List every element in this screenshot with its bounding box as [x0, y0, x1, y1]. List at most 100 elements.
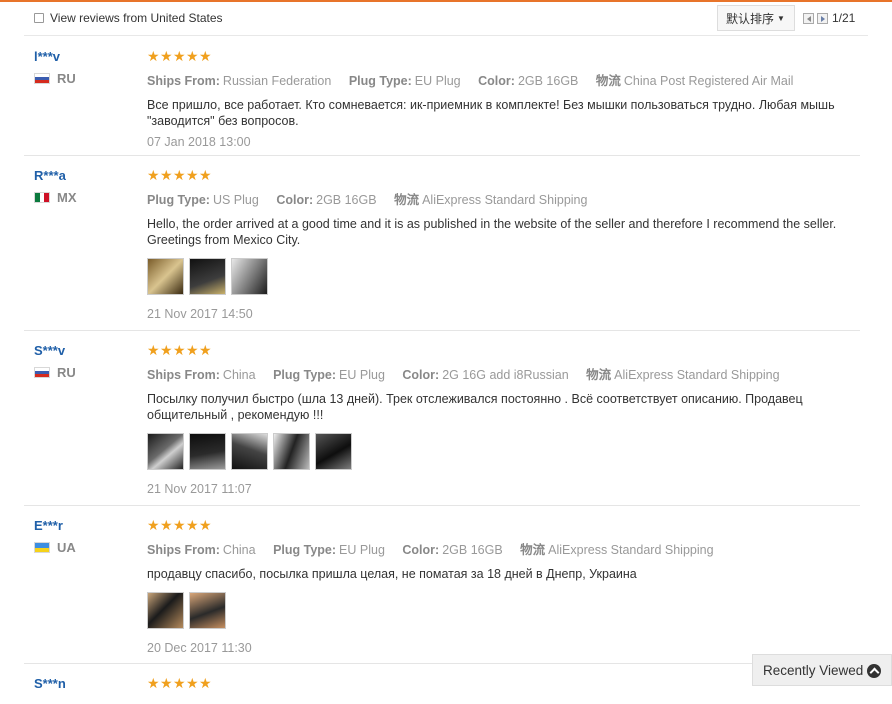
star-icon: ★ — [173, 167, 186, 183]
reviewer-country: RU — [34, 71, 134, 86]
color-value: 2GB 16GB — [517, 74, 579, 88]
logistics-label: 物流 — [595, 74, 621, 88]
review-item: l***v RU ★ ★ ★ ★ ★ Ships From: Russian Federa… — [24, 37, 860, 156]
reviewer: l***v RU — [34, 49, 134, 86]
plug-type-label: Plug Type: — [273, 543, 337, 557]
plug-type-value: EU Plug — [339, 368, 385, 382]
review-text: Hello, the order arrived at a good time … — [147, 217, 837, 247]
prev-page-button[interactable] — [803, 12, 814, 24]
flag-ru-icon — [34, 73, 50, 84]
page-info: 1/21 — [832, 11, 856, 25]
review-content: ★ ★ ★ ★ ★ Ships From: Russian Federation Plug… — [147, 48, 847, 149]
reviewer: S***n — [34, 676, 134, 691]
review-photo[interactable] — [273, 433, 310, 470]
plug-type-value: EU Plug — [414, 74, 461, 88]
plug-type-value: US Plug — [212, 193, 259, 207]
star-icon: ★ — [199, 675, 212, 691]
review-text: Все пришло, все работает. Кто сомневаетс… — [147, 98, 835, 128]
color-label: Color: — [478, 74, 515, 88]
star-icon: ★ — [160, 167, 173, 183]
country-code: RU — [57, 71, 76, 86]
review-photo[interactable] — [315, 433, 352, 470]
color-label: Color: — [402, 368, 440, 382]
next-page-button[interactable] — [817, 12, 828, 24]
reviewer-country: UA — [34, 540, 134, 555]
review-photo[interactable] — [147, 258, 184, 295]
country-filter[interactable]: View reviews from United States — [34, 11, 223, 25]
review-text: Посылку получил быстро (шла 13 дней). Тр… — [147, 392, 803, 422]
sort-label: 默认排序 — [726, 11, 775, 26]
order-info: Ships From: China Plug Type: EU Plug Color… — [147, 364, 847, 383]
review-item: E***r UA ★ ★ ★ ★ ★ Ships From: China Plug Typ… — [24, 506, 860, 664]
filter-checkbox[interactable] — [34, 13, 44, 23]
star-icon: ★ — [186, 675, 199, 691]
review-photos — [147, 433, 847, 470]
star-icon: ★ — [147, 675, 160, 691]
reviewer-country: RU — [34, 365, 134, 380]
chevron-down-icon: ▼ — [777, 13, 785, 23]
review-content: ★ ★ ★ ★ ★ Plug Type: US Plug Color: 2GB 16GB 物… — [147, 167, 847, 321]
logistics-value: AliExpress Standard Shipping — [422, 193, 588, 207]
review-photos — [147, 258, 847, 295]
reviewer-name[interactable]: R***a — [34, 168, 134, 183]
star-icon: ★ — [199, 167, 212, 183]
reviewer: R***a MX — [34, 168, 134, 205]
country-code: RU — [57, 365, 76, 380]
review-photo[interactable] — [189, 258, 226, 295]
star-icon: ★ — [160, 342, 173, 358]
review-photos — [147, 592, 847, 629]
reviewer-name[interactable]: E***r — [34, 518, 134, 533]
plug-type-value: EU Plug — [339, 543, 385, 557]
color-label: Color: — [402, 543, 440, 557]
reviewer-name[interactable]: l***v — [34, 49, 134, 64]
star-rating: ★ ★ ★ ★ ★ — [147, 342, 847, 358]
flag-ua-icon — [34, 542, 50, 553]
review-date: 21 Nov 2017 14:50 — [147, 307, 253, 321]
review-photo[interactable] — [147, 592, 184, 629]
plug-type-label: Plug Type: — [147, 193, 210, 207]
star-icon: ★ — [147, 342, 160, 358]
order-info: Ships From: Russian Federation Plug Type:… — [147, 70, 847, 89]
color-value: 2GB 16GB — [442, 543, 503, 557]
star-icon: ★ — [199, 48, 212, 64]
recently-viewed-label: Recently Viewed — [763, 662, 864, 678]
review-photo[interactable] — [147, 433, 184, 470]
star-icon: ★ — [173, 342, 186, 358]
review-photo[interactable] — [189, 592, 226, 629]
star-icon: ★ — [147, 48, 160, 64]
ships-from-value: China — [222, 543, 256, 557]
star-icon: ★ — [160, 48, 173, 64]
order-info: Ships From: China Plug Type: EU Plug Color… — [147, 539, 847, 558]
reviewer: E***r UA — [34, 518, 134, 555]
review-photo[interactable] — [231, 433, 268, 470]
ships-from-label: Ships From: — [147, 368, 220, 382]
reviews-toolbar: View reviews from United States 默认排序 ▼ 1… — [24, 2, 868, 36]
star-icon: ★ — [147, 517, 160, 533]
logistics-value: AliExpress Standard Shipping — [614, 368, 780, 382]
review-date: 20 Dec 2017 11:30 — [147, 641, 252, 655]
review-photo[interactable] — [231, 258, 268, 295]
review-content: ★ ★ ★ ★ ★ Ships From: China Plug Type: EU Plug… — [147, 342, 847, 496]
star-icon: ★ — [173, 48, 186, 64]
star-rating: ★ ★ ★ ★ ★ — [147, 675, 847, 691]
review-photo[interactable] — [189, 433, 226, 470]
color-value: 2G 16G add i8Russian — [442, 368, 569, 382]
reviewer-name[interactable]: S***n — [34, 676, 134, 691]
star-icon: ★ — [199, 342, 212, 358]
star-icon: ★ — [186, 517, 199, 533]
review-date: 07 Jan 2018 13:00 — [147, 135, 251, 149]
review-content: ★ ★ ★ ★ ★ — [147, 675, 847, 691]
color-value: 2GB 16GB — [316, 193, 377, 207]
review-content: ★ ★ ★ ★ ★ Ships From: China Plug Type: EU Plug… — [147, 517, 847, 655]
star-rating: ★ ★ ★ ★ ★ — [147, 167, 847, 183]
country-code: UA — [57, 540, 76, 555]
sort-dropdown[interactable]: 默认排序 ▼ — [717, 5, 795, 31]
review-date: 21 Nov 2017 11:07 — [147, 482, 252, 496]
order-info: Plug Type: US Plug Color: 2GB 16GB 物流 AliEx… — [147, 189, 847, 208]
reviewer-name[interactable]: S***v — [34, 343, 134, 358]
flag-ru-icon — [34, 367, 50, 378]
review-item: R***a MX ★ ★ ★ ★ ★ Plug Type: US Plug Color: 2… — [24, 156, 860, 331]
recently-viewed-button[interactable]: Recently Viewed — [752, 654, 892, 686]
star-icon: ★ — [186, 167, 199, 183]
reviewer-country: MX — [34, 190, 134, 205]
